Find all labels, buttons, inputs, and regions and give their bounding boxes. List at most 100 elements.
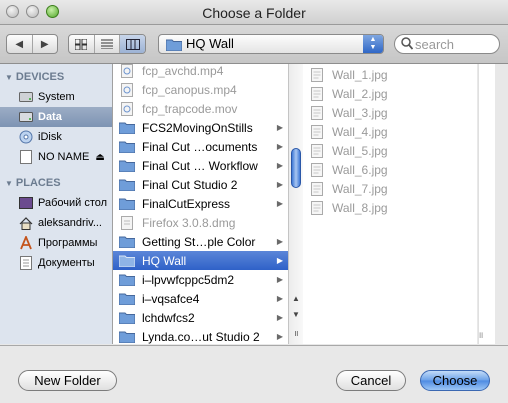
- column-resize-handle[interactable]: ॥: [291, 328, 301, 339]
- desktop-icon: [19, 196, 33, 210]
- disclosure-triangle-icon: ▼: [5, 73, 13, 82]
- item-label: Lynda.co…ut Studio 2: [142, 329, 260, 344]
- scroll-thumb[interactable]: [291, 148, 301, 188]
- list-item[interactable]: Lynda.co…ut Studio 2 ▶: [113, 327, 288, 344]
- list-view-button[interactable]: [95, 35, 121, 53]
- list-item[interactable]: Wall_7.jpg: [303, 179, 477, 198]
- list-item[interactable]: i–vqsafce4 ▶: [113, 289, 288, 308]
- folder-icon: [119, 254, 135, 268]
- sidebar-item-data[interactable]: Data: [0, 107, 112, 127]
- sidebar-item-documents[interactable]: Документы: [0, 253, 112, 273]
- item-label: Wall_4.jpg: [332, 124, 388, 139]
- sidebar-item-no-name[interactable]: NO NAME ⏏: [0, 147, 112, 167]
- disclosure-arrow-icon: ▶: [276, 313, 283, 322]
- path-popup[interactable]: HQ Wall ▲ ▼: [158, 34, 384, 54]
- search-field[interactable]: search: [394, 34, 500, 54]
- item-label: Final Cut Studio 2: [142, 177, 238, 192]
- search-icon: [401, 37, 413, 50]
- folder-icon: [119, 159, 135, 173]
- list-item[interactable]: fcp_canopus.mp4: [113, 80, 288, 99]
- sidebar-item-label: System: [38, 91, 75, 103]
- list-item[interactable]: Wall_3.jpg: [303, 103, 477, 122]
- folder-icon: [119, 273, 135, 287]
- sidebar-item-label: iDisk: [38, 131, 62, 143]
- back-arrow-icon: ◀: [15, 38, 24, 50]
- folder-icon: [119, 235, 135, 249]
- disclosure-arrow-icon: ▶: [276, 123, 283, 132]
- list-item[interactable]: Wall_5.jpg: [303, 141, 477, 160]
- list-item[interactable]: Wall_8.jpg: [303, 198, 477, 217]
- sidebar-item-applications[interactable]: Программы: [0, 233, 112, 253]
- list-item[interactable]: i–lpvwfcppc5dm2 ▶: [113, 270, 288, 289]
- image-file-icon: [309, 200, 325, 215]
- list-item[interactable]: Firefox 3.0.8.dmg: [113, 213, 288, 232]
- sidebar-item-label: Документы: [38, 257, 95, 269]
- list-item[interactable]: Wall_2.jpg: [303, 84, 477, 103]
- list-item[interactable]: Final Cut … Workflow ▶: [113, 156, 288, 175]
- list-item-selected[interactable]: HQ Wall ▶: [113, 251, 288, 270]
- list-item[interactable]: Final Cut Studio 2 ▶: [113, 175, 288, 194]
- folder-icon: [119, 178, 135, 192]
- item-label: Getting St…ple Color: [142, 234, 256, 249]
- choose-button[interactable]: Choose: [420, 370, 490, 391]
- scroll-up-arrow-icon[interactable]: ▲: [291, 294, 301, 303]
- title-bar: Choose a Folder: [0, 0, 508, 25]
- popup-arrows-icon: ▲ ▼: [363, 35, 383, 53]
- column-1-scrollbar[interactable]: ▲ ▼ ॥: [288, 64, 303, 344]
- folder-icon: [119, 311, 135, 325]
- column-2-scrollbar[interactable]: [478, 64, 495, 344]
- list-item[interactable]: Getting St…ple Color ▶: [113, 232, 288, 251]
- sidebar-item-idisk[interactable]: iDisk: [0, 127, 112, 147]
- image-file-icon: [309, 181, 325, 196]
- forward-button[interactable]: ▶: [33, 35, 58, 53]
- sidebar-item-home[interactable]: aleksandriv...: [0, 213, 112, 233]
- disclosure-arrow-icon: ▶: [276, 142, 283, 151]
- back-button[interactable]: ◀: [7, 35, 33, 53]
- list-item[interactable]: Wall_4.jpg: [303, 122, 477, 141]
- item-label: HQ Wall: [142, 253, 187, 268]
- list-item[interactable]: Final Cut …ocuments ▶: [113, 137, 288, 156]
- icon-view-icon: [75, 38, 88, 50]
- button-bar: New Folder Cancel Choose: [0, 345, 508, 403]
- item-label: Firefox 3.0.8.dmg: [142, 215, 236, 230]
- movie-file-icon: [119, 82, 135, 97]
- window-title: Choose a Folder: [202, 5, 306, 21]
- list-item[interactable]: lchdwfcs2 ▶: [113, 308, 288, 327]
- sidebar-item-label: Программы: [38, 237, 98, 249]
- forward-arrow-icon: ▶: [40, 38, 49, 50]
- scroll-down-arrow-icon[interactable]: ▼: [291, 310, 301, 319]
- documents-icon: [19, 256, 33, 270]
- folder-icon: [119, 140, 135, 154]
- list-item[interactable]: fcp_trapcode.mov: [113, 99, 288, 118]
- image-file-icon: [309, 143, 325, 158]
- disclosure-arrow-icon: ▶: [276, 161, 283, 170]
- places-header[interactable]: ▼ PLACES: [5, 177, 61, 189]
- movie-file-icon: [119, 101, 135, 116]
- column-resize-handle[interactable]: ॥: [478, 328, 483, 341]
- list-item[interactable]: fcp_avchd.mp4: [113, 64, 288, 80]
- list-item[interactable]: FCS2MovingOnStills ▶: [113, 118, 288, 137]
- list-item[interactable]: Wall_6.jpg: [303, 160, 477, 179]
- sidebar-item-system[interactable]: System: [0, 87, 112, 107]
- list-item[interactable]: FinalCutExpress ▶: [113, 194, 288, 213]
- list-item[interactable]: Wall_1.jpg: [303, 65, 477, 84]
- item-label: Wall_6.jpg: [332, 162, 388, 177]
- icon-view-button[interactable]: [69, 35, 95, 53]
- list-view-icon: [101, 39, 113, 49]
- item-label: Wall_8.jpg: [332, 200, 388, 215]
- image-file-icon: [309, 124, 325, 139]
- sidebar-item-label: Data: [38, 111, 62, 123]
- item-label: fcp_trapcode.mov: [142, 101, 238, 116]
- devices-header[interactable]: ▼ DEVICES: [5, 71, 64, 83]
- applications-icon: [19, 236, 33, 250]
- item-label: Wall_7.jpg: [332, 181, 388, 196]
- sidebar-item-desktop[interactable]: Рабочий стол: [0, 193, 112, 213]
- item-label: fcp_avchd.mp4: [142, 64, 224, 78]
- eject-icon[interactable]: ⏏: [95, 152, 104, 163]
- cancel-button[interactable]: Cancel: [336, 370, 406, 391]
- disclosure-arrow-icon: ▶: [276, 275, 283, 284]
- new-folder-button[interactable]: New Folder: [18, 370, 117, 391]
- folder-icon: [119, 197, 135, 211]
- folder-icon: [165, 38, 183, 54]
- column-view-button[interactable]: [120, 35, 145, 53]
